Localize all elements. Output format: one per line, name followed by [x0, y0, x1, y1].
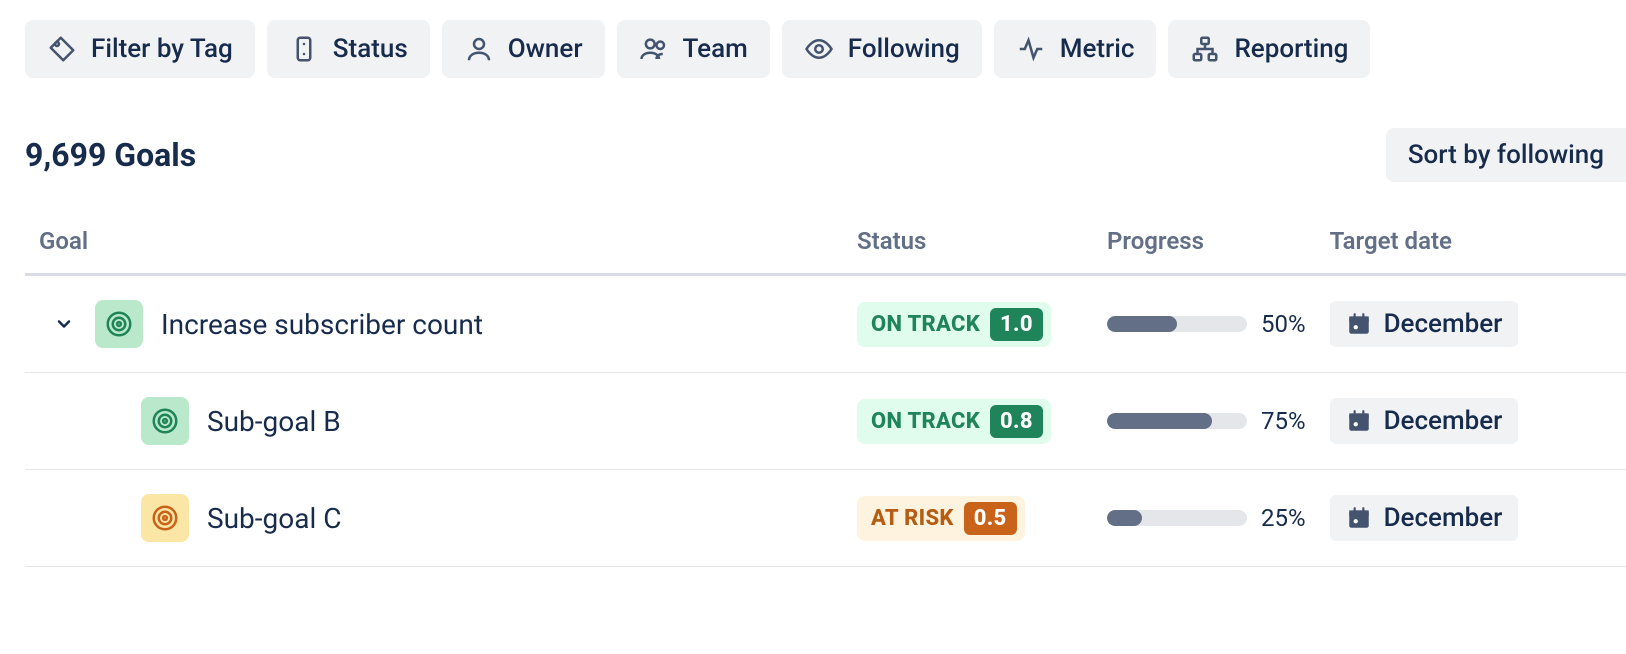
progress-cell: 50% [1107, 310, 1306, 338]
calendar-icon [1346, 408, 1372, 434]
status-score: 0.5 [964, 502, 1017, 535]
sort-button[interactable]: Sort by following [1386, 128, 1626, 182]
filter-owner-button[interactable]: Owner [442, 20, 605, 78]
summary-row: 9,699 Goals Sort by following [25, 128, 1626, 182]
filter-following-button[interactable]: Following [782, 20, 982, 78]
progress-cell: 75% [1107, 407, 1306, 435]
progress-bar [1107, 316, 1247, 332]
col-header-goal[interactable]: Goal [25, 227, 845, 275]
progress-fill [1107, 510, 1142, 526]
goal-target-icon [141, 397, 189, 445]
col-header-progress[interactable]: Progress [1095, 227, 1318, 275]
goal-target-icon [95, 300, 143, 348]
status-badge[interactable]: ON TRACK 0.8 [857, 399, 1051, 444]
chevron-down-icon [54, 314, 74, 334]
filter-team-button[interactable]: Team [617, 20, 770, 78]
goal-name: Sub-goal C [207, 502, 341, 535]
owner-icon [464, 34, 494, 64]
goal-target-icon [141, 494, 189, 542]
team-icon [639, 34, 669, 64]
status-score: 1.0 [990, 308, 1043, 341]
filter-tag-label: Filter by Tag [91, 34, 233, 64]
col-header-status[interactable]: Status [845, 227, 1095, 275]
progress-bar [1107, 413, 1247, 429]
table-row[interactable]: Increase subscriber count ON TRACK 1.0 5… [25, 275, 1626, 373]
filter-status-button[interactable]: Status [267, 20, 430, 78]
status-text: AT RISK [871, 506, 954, 531]
status-badge[interactable]: AT RISK 0.5 [857, 496, 1025, 541]
target-date-label: December [1384, 309, 1503, 339]
filter-following-label: Following [848, 34, 960, 64]
status-text: ON TRACK [871, 312, 980, 337]
calendar-icon [1346, 311, 1372, 337]
status-icon [289, 34, 319, 64]
progress-pct: 75% [1261, 407, 1306, 435]
reporting-icon [1190, 34, 1220, 64]
progress-bar [1107, 510, 1247, 526]
progress-fill [1107, 413, 1212, 429]
tag-icon [47, 34, 77, 64]
goal-cell: Sub-goal C [37, 494, 833, 542]
progress-pct: 25% [1261, 504, 1306, 532]
goals-count: 9,699 Goals [25, 136, 196, 174]
filter-tag-button[interactable]: Filter by Tag [25, 20, 255, 78]
filter-team-label: Team [683, 34, 748, 64]
filter-reporting-button[interactable]: Reporting [1168, 20, 1370, 78]
col-header-target-date[interactable]: Target date [1318, 227, 1626, 275]
sort-label: Sort by following [1408, 140, 1604, 170]
eye-icon [804, 34, 834, 64]
filter-bar: Filter by Tag Status Owner Team Followin… [25, 20, 1626, 78]
metric-icon [1016, 34, 1046, 64]
target-date-chip[interactable]: December [1330, 301, 1519, 347]
goal-cell: Increase subscriber count [37, 300, 833, 348]
goal-name: Increase subscriber count [161, 308, 483, 341]
target-date-chip[interactable]: December [1330, 398, 1519, 444]
progress-fill [1107, 316, 1177, 332]
progress-pct: 50% [1261, 310, 1306, 338]
filter-status-label: Status [333, 34, 408, 64]
status-score: 0.8 [990, 405, 1043, 438]
table-row[interactable]: Sub-goal C AT RISK 0.5 25% December [25, 470, 1626, 567]
goal-name: Sub-goal B [207, 405, 341, 438]
target-date-label: December [1384, 406, 1503, 436]
filter-metric-label: Metric [1060, 34, 1135, 64]
status-text: ON TRACK [871, 409, 980, 434]
filter-metric-button[interactable]: Metric [994, 20, 1157, 78]
target-date-label: December [1384, 503, 1503, 533]
goals-table: Goal Status Progress Target date Increas… [25, 227, 1626, 567]
status-badge[interactable]: ON TRACK 1.0 [857, 302, 1051, 347]
filter-owner-label: Owner [508, 34, 583, 64]
filter-reporting-label: Reporting [1234, 34, 1348, 64]
progress-cell: 25% [1107, 504, 1306, 532]
expand-toggle[interactable] [53, 313, 75, 335]
goal-cell: Sub-goal B [37, 397, 833, 445]
calendar-icon [1346, 505, 1372, 531]
table-row[interactable]: Sub-goal B ON TRACK 0.8 75% December [25, 373, 1626, 470]
target-date-chip[interactable]: December [1330, 495, 1519, 541]
